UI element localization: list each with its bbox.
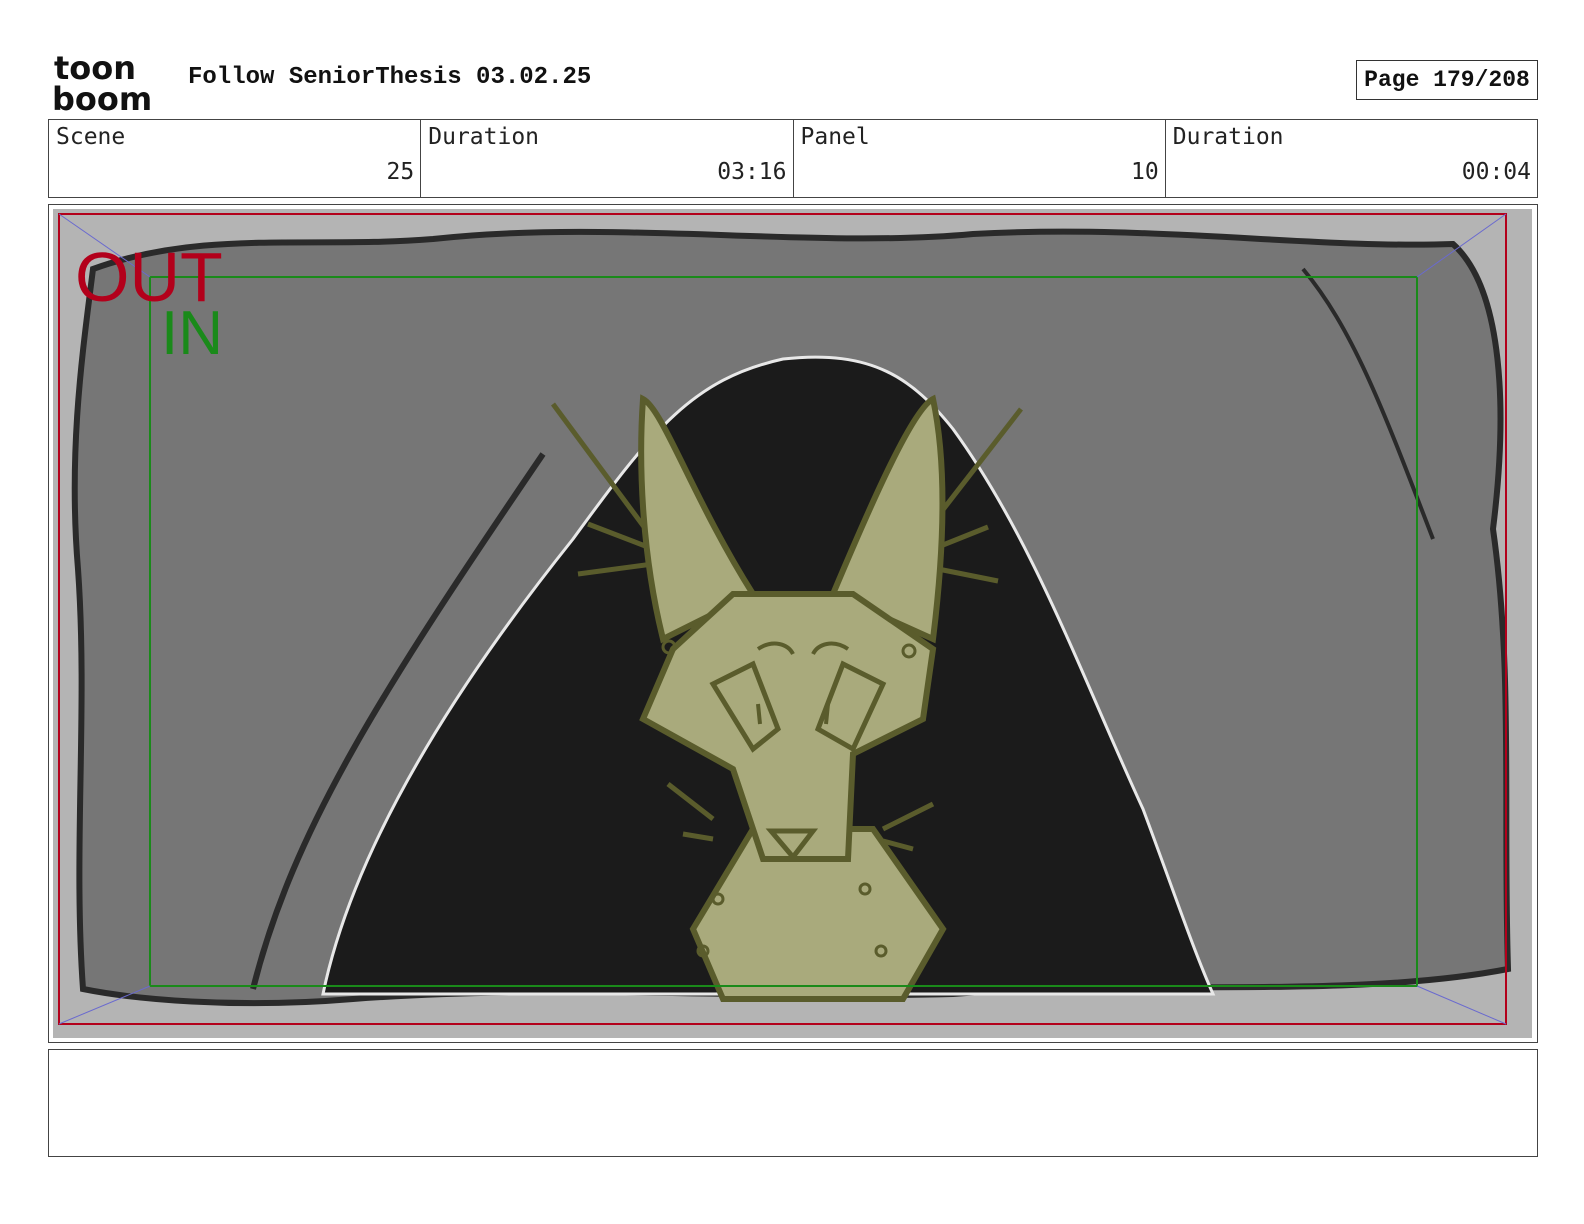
panel-duration-cell: Duration 00:04 bbox=[1166, 120, 1537, 197]
panel-duration-label: Duration bbox=[1172, 124, 1284, 150]
panel-value: 10 bbox=[1131, 159, 1159, 185]
panel-notes-box bbox=[48, 1049, 1538, 1157]
scene-duration-value: 03:16 bbox=[717, 159, 787, 185]
panel-cell: Panel 10 bbox=[794, 120, 1166, 197]
panel-label: Panel bbox=[800, 124, 870, 150]
scene-duration-label: Duration bbox=[428, 124, 540, 150]
panel-duration-value: 00:04 bbox=[1461, 159, 1531, 185]
storyboard-panel: OUT IN bbox=[48, 204, 1538, 1043]
document-title: Follow SeniorThesis 03.02.25 bbox=[188, 64, 592, 91]
scene-label: Scene bbox=[56, 124, 126, 150]
scene-duration-cell: Duration 03:16 bbox=[421, 120, 794, 197]
scene-info-table: Scene 25 Duration 03:16 Panel 10 Duratio… bbox=[48, 119, 1538, 198]
scene-value: 25 bbox=[386, 159, 415, 185]
scene-cell: Scene 25 bbox=[49, 120, 422, 197]
logo-bottom-text: boom bbox=[52, 80, 152, 112]
page-indicator: Page 179/208 bbox=[1356, 60, 1538, 100]
panel-drawing: OUT IN bbox=[53, 209, 1532, 1038]
in-frame-label: IN bbox=[161, 299, 223, 368]
toonboom-logo: toon boom bbox=[52, 52, 152, 112]
